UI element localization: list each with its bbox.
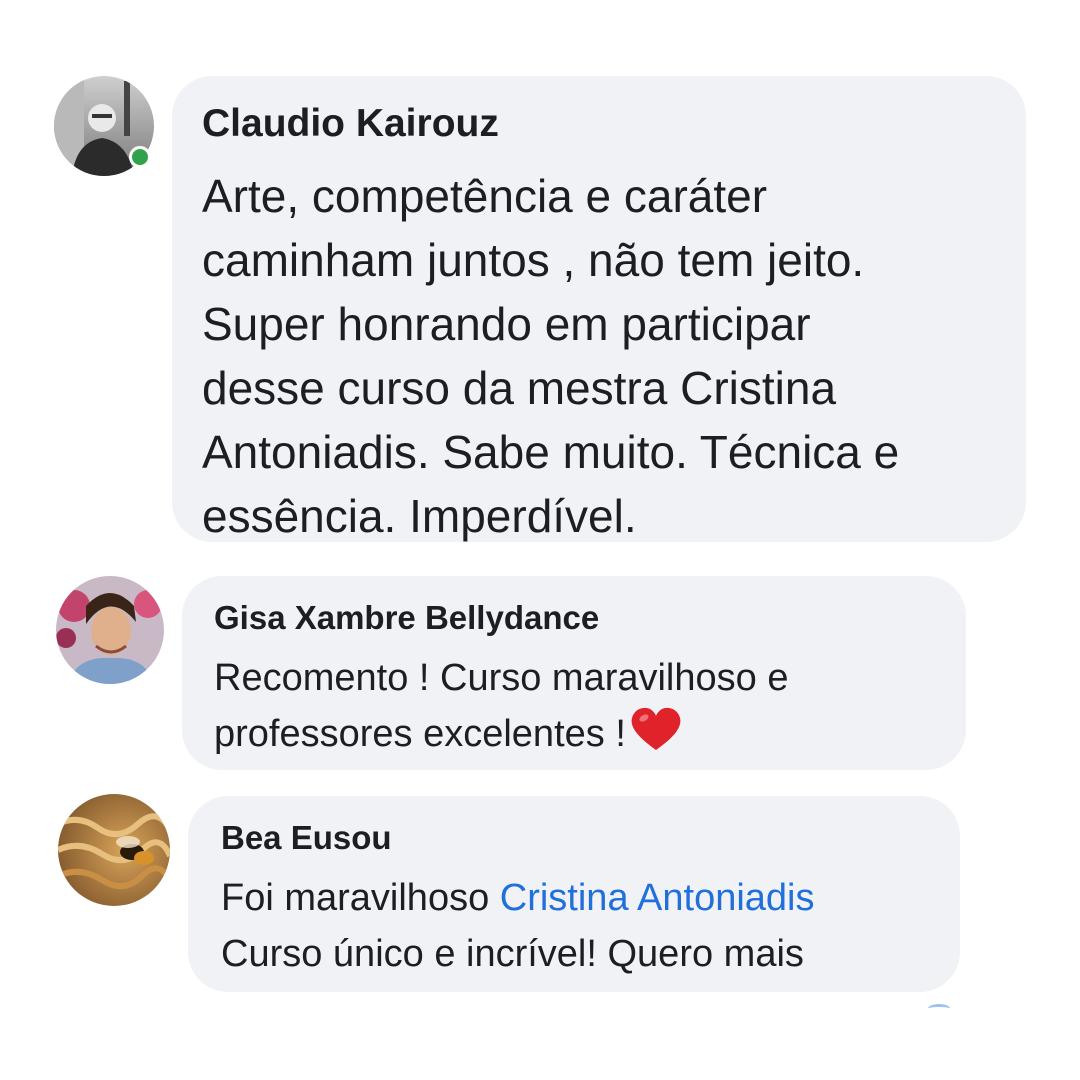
- comment-author[interactable]: Bea Eusou: [221, 818, 960, 858]
- comment-text-line: Recomento ! Curso maravilhoso e: [214, 657, 789, 699]
- comment-text-line: Antoniadis. Sabe muito. Técnica e: [202, 426, 900, 478]
- comment-text: Foi maravilhoso Cristina Antoniadis Curs…: [221, 870, 960, 982]
- red-heart-icon: [630, 706, 682, 768]
- mention-link[interactable]: Cristina Antoniadis: [500, 877, 815, 919]
- comment-bubble[interactable]: Bea Eusou Foi maravilhoso Cristina Anton…: [188, 796, 960, 992]
- comment-text-line: Foi maravilhoso Cristina Antoniadis: [221, 870, 960, 926]
- comment-text-line: professores excelentes !: [214, 706, 966, 768]
- online-status-indicator: [129, 146, 151, 168]
- comment-text-line: Arte, competência e caráter: [202, 170, 768, 222]
- avatar[interactable]: [58, 794, 170, 906]
- comment-author[interactable]: Gisa Xambre Bellydance: [214, 598, 966, 638]
- reaction-edge: [928, 1004, 950, 1013]
- comment-text: Recomento ! Curso maravilhoso e professo…: [214, 650, 966, 768]
- comment-bubble[interactable]: Gisa Xambre Bellydance Recomento ! Curso…: [182, 576, 966, 770]
- comment-text-line: Curso único e incrível! Quero mais: [221, 933, 804, 975]
- comment-bubble[interactable]: Claudio Kairouz Arte, competência e cará…: [172, 76, 1026, 542]
- comment-text-line: desse curso da mestra Cristina: [202, 362, 837, 414]
- avatar[interactable]: [56, 576, 164, 684]
- comment-text-segment: Foi maravilhoso: [221, 877, 500, 919]
- comment-text-segment: professores excelentes !: [214, 713, 626, 755]
- comment-author[interactable]: Claudio Kairouz: [202, 100, 1026, 148]
- comment-text-line: essência. Imperdível.: [202, 490, 637, 542]
- comment-text-line: Super honrando em participar: [202, 298, 811, 350]
- comment-text: Arte, competência e caráter caminham jun…: [202, 164, 1026, 548]
- comment-text-line: caminham juntos , não tem jeito.: [202, 234, 865, 286]
